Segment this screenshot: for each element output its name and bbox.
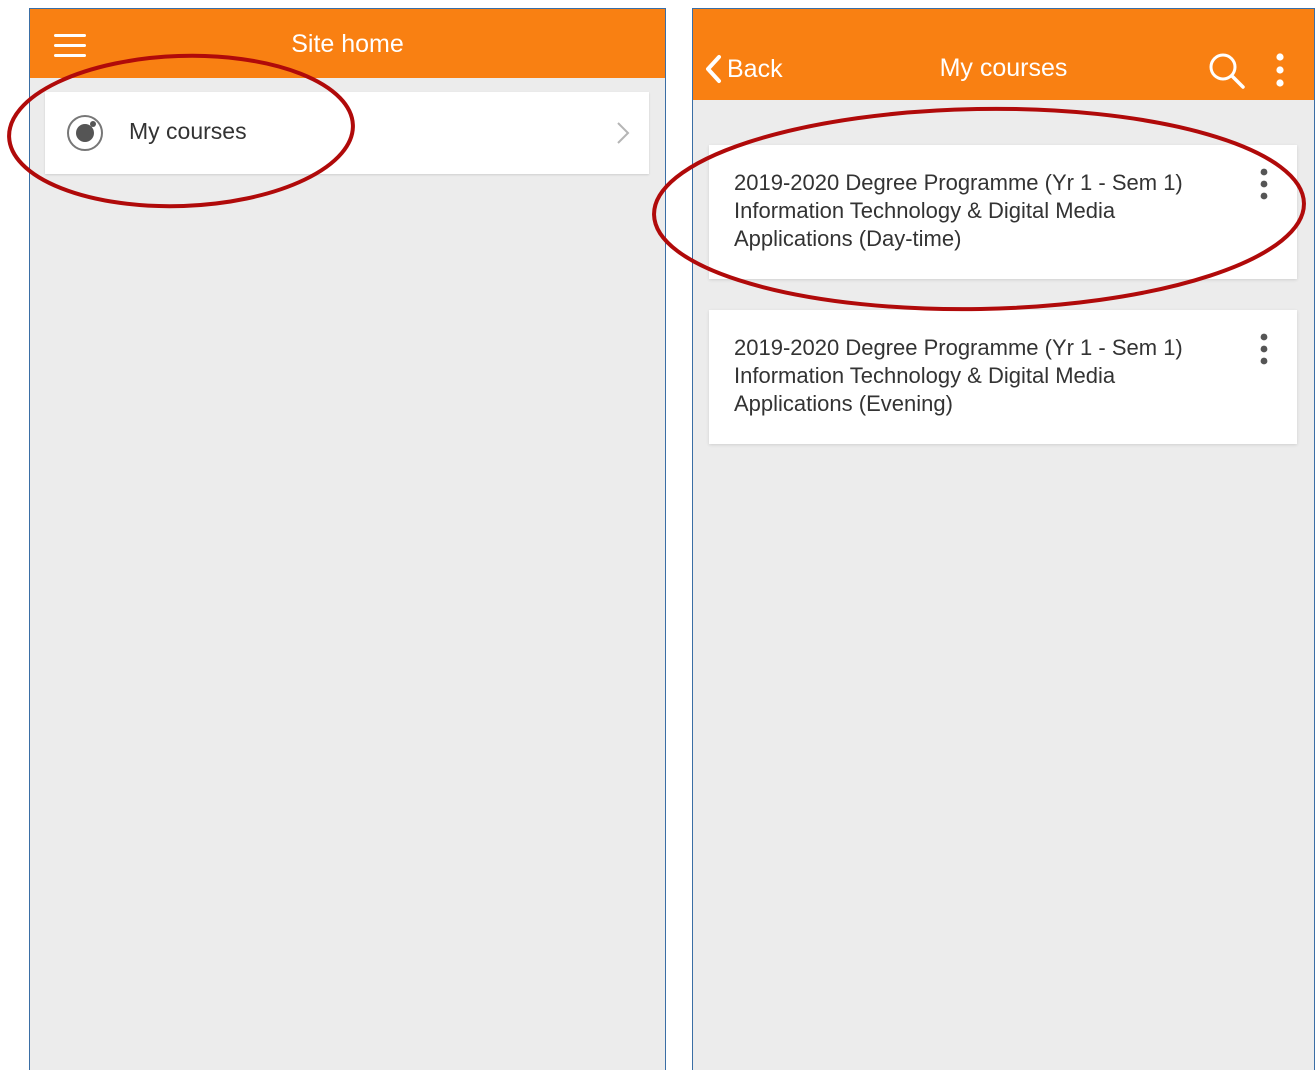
my-courses-appbar: Back My courses (693, 9, 1314, 100)
more-vertical-icon[interactable] (1257, 167, 1271, 203)
course-card[interactable]: 2019-2020 Degree Programme (Yr 1 - Sem 1… (709, 310, 1297, 444)
my-courses-screen: Back My courses 2019-2020 Degree Program… (692, 8, 1315, 1070)
chevron-right-icon (617, 122, 630, 144)
page-title: Site home (291, 30, 404, 58)
screenshot-canvas: Site home My courses Back My courses 201… (0, 0, 1315, 1070)
site-home-appbar: Site home (30, 9, 665, 78)
more-vertical-icon[interactable] (1273, 52, 1287, 88)
radio-target-icon (67, 115, 103, 151)
course-title: 2019-2020 Degree Programme (Yr 1 - Sem 1… (734, 170, 1183, 251)
my-courses-label: My courses (129, 118, 247, 144)
search-icon[interactable] (1207, 51, 1247, 91)
more-vertical-icon[interactable] (1257, 332, 1271, 368)
my-courses-link[interactable]: My courses (45, 92, 649, 174)
site-home-screen: Site home My courses (29, 8, 666, 1070)
course-card[interactable]: 2019-2020 Degree Programme (Yr 1 - Sem 1… (709, 145, 1297, 279)
course-title: 2019-2020 Degree Programme (Yr 1 - Sem 1… (734, 335, 1183, 416)
